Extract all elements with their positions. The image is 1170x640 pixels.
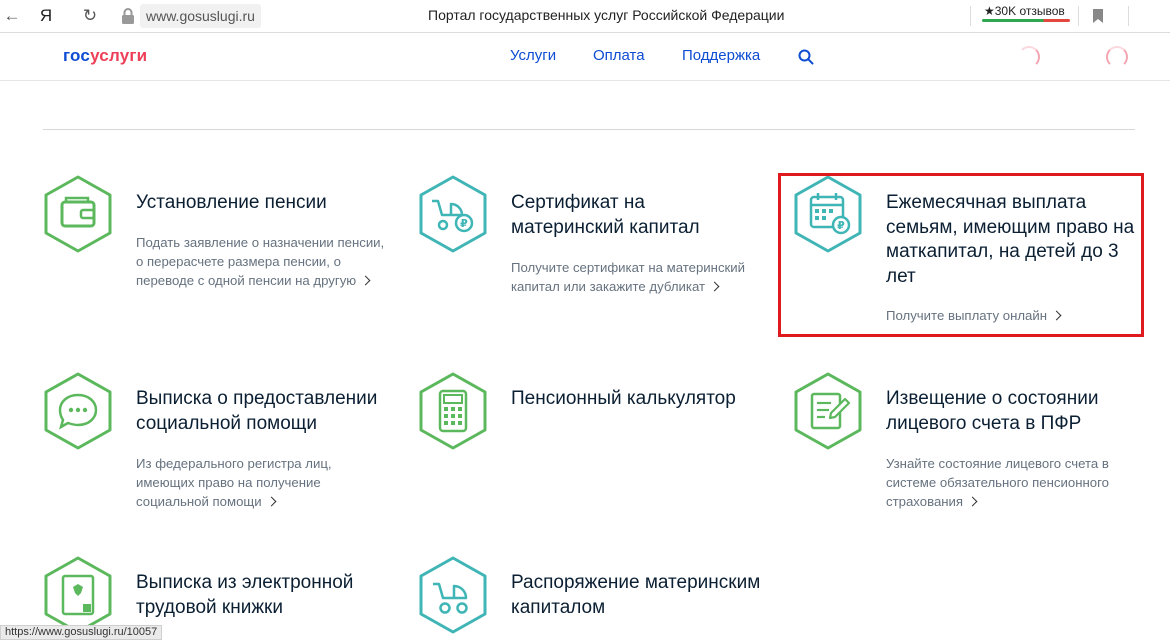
card-title: Пенсионный калькулятор [511, 388, 736, 409]
address-bar[interactable]: www.gosuslugi.ru [140, 4, 261, 28]
chat-bubble-icon [44, 372, 112, 450]
toolbar-divider [1128, 6, 1129, 26]
rating-bar [982, 19, 1070, 22]
nav-services[interactable]: Услуги [510, 47, 556, 64]
yandex-icon[interactable]: Я [36, 6, 56, 26]
wallet-icon [44, 175, 112, 253]
nav-payment[interactable]: Оплата [593, 47, 645, 64]
card-title: Сертификат на материнский капитал [511, 192, 700, 238]
highlight-frame [778, 173, 1144, 337]
card-title: Установление пенсии [136, 192, 327, 213]
card-description: Из федерального регистра лиц, имеющих пр… [136, 456, 332, 509]
browser-toolbar: ← Я ↻ www.gosuslugi.ru Портал государств… [0, 0, 1170, 33]
back-arrow-icon[interactable]: ← [2, 6, 22, 26]
bookmark-icon[interactable] [1092, 8, 1104, 24]
card-description: Подать заявление о назначении пенсии, о … [136, 235, 385, 288]
chevron-right-icon [360, 275, 371, 286]
calculator-icon [419, 372, 487, 450]
toolbar-divider [1078, 6, 1079, 26]
chevron-right-icon [266, 496, 277, 507]
loading-spinner-icon [1106, 46, 1128, 68]
card-description: Получите сертификат на материнский капит… [511, 260, 746, 294]
card-title: Выписка из электронной трудовой книжки [136, 572, 354, 618]
card-title: Распоряжение материнским капиталом [511, 572, 761, 618]
site-header: госуслуги Услуги Оплата Поддержка [0, 33, 1170, 81]
loading-spinner-icon [1018, 46, 1040, 68]
stroller-icon [419, 556, 487, 634]
document-edit-icon [794, 372, 862, 450]
section-divider [43, 129, 1135, 130]
card-title: Выписка о предоставлении социальной помо… [136, 388, 378, 434]
stroller-ruble-icon: ₽ [419, 175, 487, 253]
status-bar-url: https://www.gosuslugi.ru/10057 [0, 625, 163, 640]
page-title: Портал государственных услуг Российской … [428, 7, 785, 23]
chevron-right-icon [709, 281, 720, 292]
card-title: Извещение о состоянии лицевого счета в П… [886, 388, 1099, 434]
gosuslugi-logo[interactable]: госуслуги [63, 46, 147, 66]
svg-text:₽: ₽ [460, 217, 468, 230]
chevron-right-icon [967, 496, 978, 507]
lock-icon [122, 8, 134, 24]
search-icon[interactable] [797, 48, 815, 66]
reload-icon[interactable]: ↻ [80, 6, 100, 26]
toolbar-divider [970, 6, 971, 26]
employment-record-icon [44, 556, 112, 634]
nav-support[interactable]: Поддержка [682, 47, 760, 64]
card-description: Узнайте состояние лицевого счета в систе… [886, 456, 1109, 509]
